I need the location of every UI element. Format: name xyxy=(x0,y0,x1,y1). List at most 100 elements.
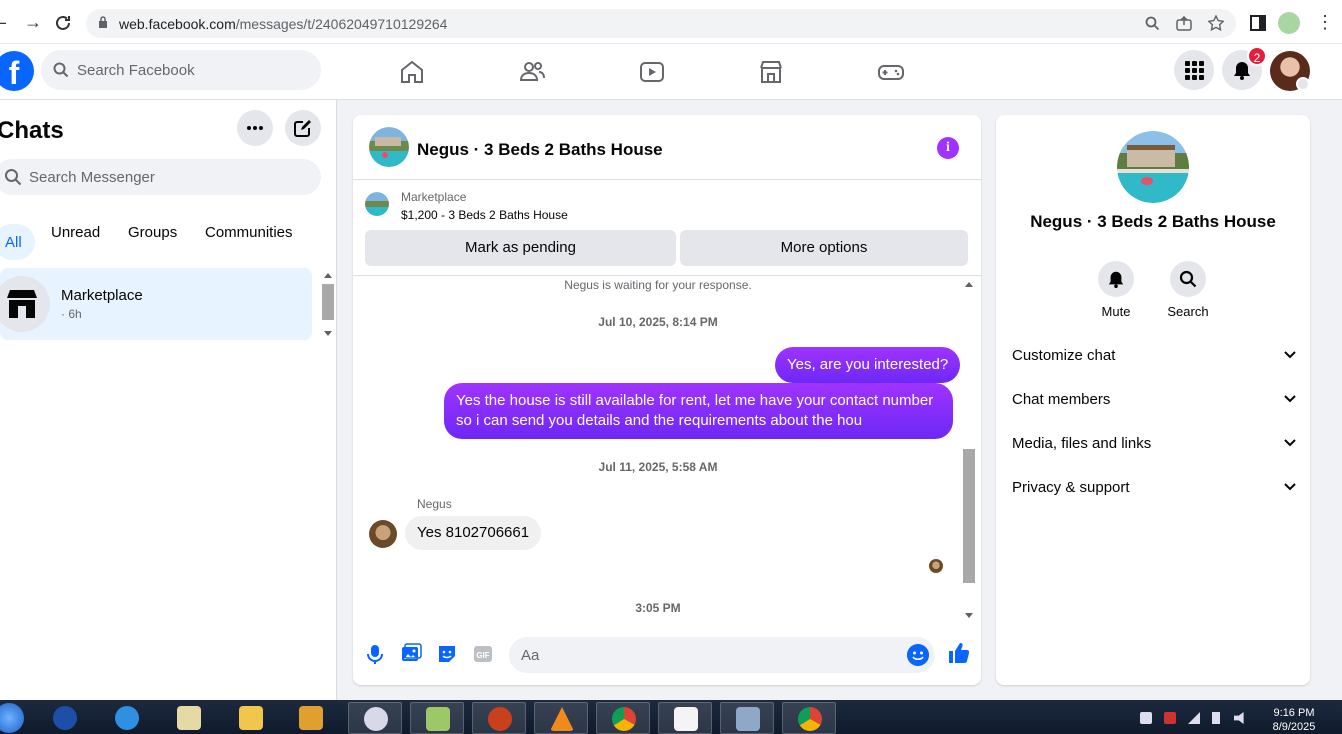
timestamp: Jul 10, 2025, 8:14 PM xyxy=(598,315,718,329)
messenger-search-input[interactable]: Search Messenger xyxy=(0,159,321,195)
taskbar-snipping[interactable] xyxy=(348,702,402,734)
more-options-button[interactable]: More options xyxy=(680,230,968,266)
chevron-down-icon xyxy=(1284,439,1296,447)
home-icon[interactable] xyxy=(398,58,426,86)
facebook-search-input[interactable]: Search Facebook xyxy=(41,50,321,90)
mark-as-pending-button[interactable]: Mark as pending xyxy=(365,230,676,266)
taskbar-paint[interactable] xyxy=(410,702,464,734)
svg-text:GIF: GIF xyxy=(476,651,489,660)
address-bar[interactable]: web.facebook.com/messages/t/240620497101… xyxy=(86,9,1236,38)
taskbar-chrome-profile-1[interactable] xyxy=(596,702,650,734)
listing-thumbnail[interactable] xyxy=(365,192,389,216)
start-button-icon[interactable] xyxy=(0,703,24,733)
chats-options-button[interactable] xyxy=(237,110,273,146)
marketplace-icon[interactable] xyxy=(757,58,785,86)
menu-button[interactable] xyxy=(1174,50,1214,90)
back-icon[interactable]: – xyxy=(0,12,6,33)
taskbar-solitaire[interactable] xyxy=(162,702,216,734)
zoom-icon[interactable] xyxy=(1145,16,1160,31)
friends-icon[interactable] xyxy=(518,58,546,86)
filter-tab-communities[interactable]: Communities xyxy=(205,224,293,241)
taskbar-document[interactable] xyxy=(658,702,712,734)
search-in-conversation-button[interactable]: Search xyxy=(1158,261,1218,319)
network-warning-icon[interactable] xyxy=(1164,712,1176,724)
media-player-icon xyxy=(299,706,323,730)
battery-icon[interactable] xyxy=(1212,712,1220,724)
taskbar-chrome-profile-2[interactable] xyxy=(782,702,836,734)
thumbs-up-icon[interactable] xyxy=(947,641,971,665)
notification-badge: 2 xyxy=(1247,46,1267,66)
browser-toolbar: – → web.facebook.com/messages/t/24062049… xyxy=(0,0,1342,44)
chats-title: Chats xyxy=(0,117,64,144)
browser-menu-icon[interactable]: ⋮ xyxy=(1316,12,1334,33)
search-icon xyxy=(53,62,69,78)
new-message-button[interactable] xyxy=(285,110,321,146)
chat-list-item[interactable]: Marketplace · 6h xyxy=(0,268,312,340)
privacy-support-section[interactable]: Privacy & support xyxy=(1012,471,1296,507)
customize-chat-section[interactable]: Customize chat xyxy=(1012,339,1296,375)
bluetooth-tray-icon[interactable] xyxy=(1140,712,1152,724)
info-icon[interactable]: i xyxy=(937,137,959,159)
folder-icon xyxy=(239,706,263,730)
section-label: Privacy & support xyxy=(1012,479,1130,496)
listing-avatar[interactable] xyxy=(369,127,409,167)
share-icon[interactable] xyxy=(1176,16,1192,31)
outgoing-message[interactable]: Yes, are you interested? xyxy=(775,347,961,383)
filter-tab-all[interactable]: All xyxy=(0,224,35,260)
taskbar-vlc[interactable] xyxy=(534,702,588,734)
conversation-panel: Negus · 3 Beds 2 Baths House i Marketpla… xyxy=(353,115,981,685)
sidepanel-icon[interactable] xyxy=(1249,14,1267,32)
signal-icon[interactable] xyxy=(1188,712,1200,724)
bookmark-star-icon[interactable] xyxy=(1208,15,1224,31)
chat-list-scrollbar[interactable] xyxy=(320,270,336,338)
mute-button[interactable]: Mute xyxy=(1086,261,1146,319)
listing-price[interactable]: $1,200 - 3 Beds 2 Baths House xyxy=(401,208,568,222)
sticker-icon[interactable] xyxy=(436,643,458,665)
taskbar-explorer[interactable] xyxy=(224,702,278,734)
filter-tab-groups[interactable]: Groups xyxy=(128,224,177,241)
waiting-notice: Negus is waiting for your response. xyxy=(564,278,752,292)
conversation-scrollbar[interactable] xyxy=(961,279,977,621)
message-line: Yes the house is still available for ren… xyxy=(456,392,934,409)
conversation-header: Negus · 3 Beds 2 Baths House i xyxy=(353,115,981,180)
taskbar-media[interactable] xyxy=(284,702,338,734)
conversation-title[interactable]: Negus · 3 Beds 2 Baths House xyxy=(417,140,663,160)
timestamp: Jul 11, 2025, 5:58 AM xyxy=(598,460,718,474)
photo-icon[interactable] xyxy=(400,643,422,665)
filter-tab-unread[interactable]: Unread xyxy=(51,224,100,241)
reload-icon[interactable] xyxy=(54,14,72,32)
gif-icon[interactable]: GIF xyxy=(472,643,494,665)
taskbar-keyboard[interactable] xyxy=(720,702,774,734)
volume-icon[interactable] xyxy=(1234,712,1244,724)
listing-avatar-large[interactable] xyxy=(1117,131,1189,203)
emoji-icon[interactable] xyxy=(907,644,929,666)
outgoing-message[interactable]: Yes the house is still available for ren… xyxy=(444,383,953,439)
forward-icon[interactable]: → xyxy=(24,12,42,33)
taskbar-ie[interactable] xyxy=(100,702,154,734)
browser-profile-icon[interactable] xyxy=(1278,12,1300,34)
message-line: so i can send you details and the requir… xyxy=(456,412,863,429)
message-placeholder: Aa xyxy=(521,647,540,664)
filter-label: All xyxy=(5,234,22,251)
marketplace-avatar xyxy=(0,276,50,332)
system-clock[interactable]: 9:16 PM 8/9/2025 xyxy=(1268,706,1320,734)
microphone-icon[interactable] xyxy=(364,643,386,665)
message-input[interactable]: Aa xyxy=(509,637,935,673)
messenger-search-placeholder: Search Messenger xyxy=(29,169,155,186)
incoming-message[interactable]: Yes 8102706661 xyxy=(405,516,542,550)
taskbar-bluetooth[interactable] xyxy=(38,702,92,734)
gaming-icon[interactable] xyxy=(877,58,905,86)
facebook-logo-icon[interactable]: f xyxy=(0,51,34,91)
search-icon xyxy=(5,169,22,186)
media-files-links-section[interactable]: Media, files and links xyxy=(1012,427,1296,463)
internet-explorer-icon xyxy=(115,706,139,730)
mute-label: Mute xyxy=(1101,304,1131,319)
chat-time: · 6h xyxy=(61,307,82,321)
video-icon[interactable] xyxy=(638,58,666,86)
chat-members-section[interactable]: Chat members xyxy=(1012,383,1296,419)
taskbar-app[interactable] xyxy=(472,702,526,734)
sender-avatar[interactable] xyxy=(369,520,397,548)
url-domain: web.facebook.com xyxy=(119,16,236,32)
account-chevron-icon[interactable] xyxy=(1296,77,1310,91)
on-screen-keyboard-icon xyxy=(736,707,760,731)
